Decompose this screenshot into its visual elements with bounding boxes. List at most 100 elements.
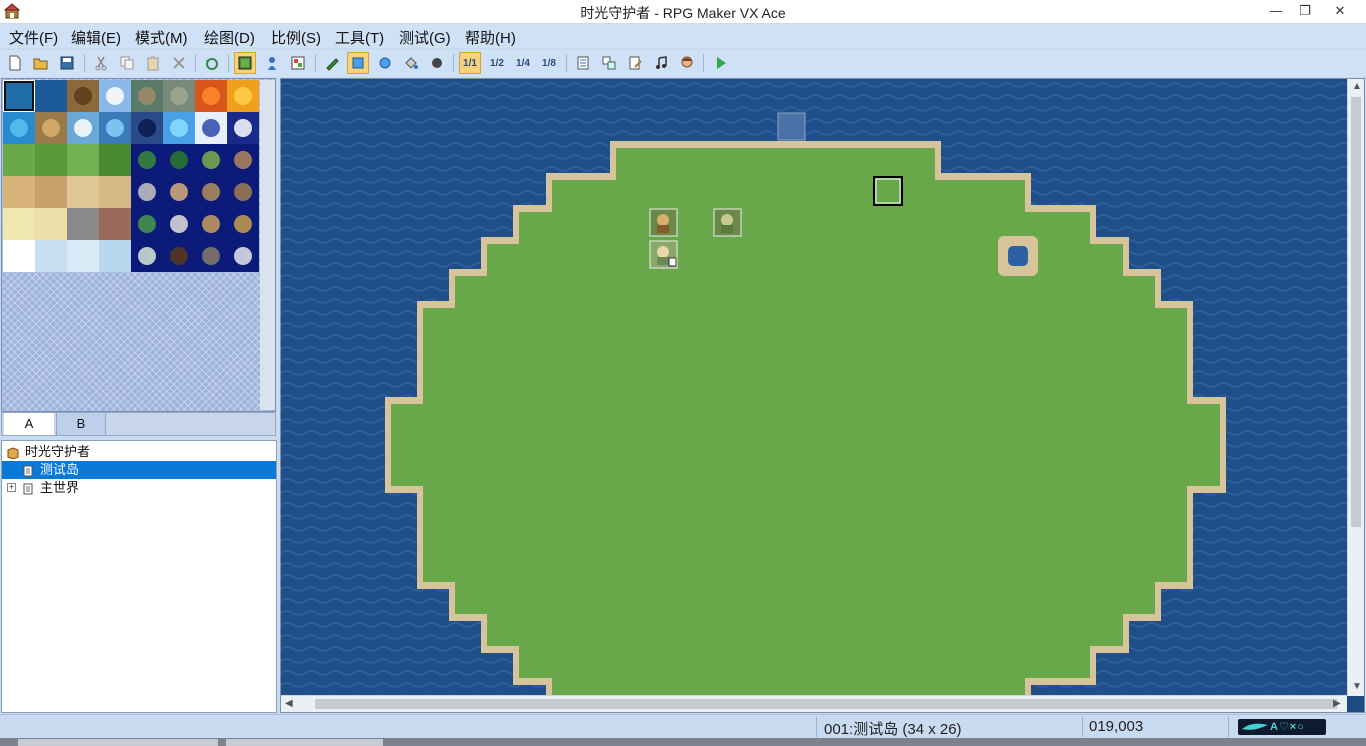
palette-scrollbar[interactable]: [260, 80, 275, 410]
sound-test-icon[interactable]: [650, 52, 672, 74]
tileset-tile[interactable]: [35, 176, 67, 208]
save-project-icon[interactable]: [56, 52, 78, 74]
tileset-tile[interactable]: [227, 240, 259, 272]
tileset-tile[interactable]: [195, 208, 227, 240]
tileset-tile[interactable]: [227, 80, 259, 112]
tileset-tile[interactable]: [131, 208, 163, 240]
event-mode-icon[interactable]: [261, 52, 283, 74]
tileset-tile[interactable]: [195, 144, 227, 176]
tab-b[interactable]: B: [56, 413, 106, 435]
paste-icon[interactable]: [142, 52, 164, 74]
menu-edit[interactable]: 编辑(E): [71, 27, 121, 48]
scale-1-4-icon[interactable]: 1/4: [512, 52, 534, 74]
tileset-tile[interactable]: [3, 208, 35, 240]
tileset-tile[interactable]: [131, 80, 163, 112]
tree-map-item[interactable]: 测试岛: [2, 461, 276, 479]
tileset-tile[interactable]: [35, 80, 67, 112]
scroll-left-icon[interactable]: ◀: [285, 698, 293, 709]
flood-fill-icon[interactable]: [400, 52, 422, 74]
copy-icon[interactable]: [116, 52, 138, 74]
map-mode-icon[interactable]: [234, 52, 256, 74]
map-horizontal-scrollbar[interactable]: ◀ ▶: [281, 695, 1347, 712]
map-editor-canvas[interactable]: ▲ ▼ ◀ ▶: [280, 78, 1365, 713]
map-canvas[interactable]: [281, 79, 1347, 696]
tileset-tile[interactable]: [67, 240, 99, 272]
tileset-tile[interactable]: [3, 80, 35, 112]
event-marker[interactable]: [649, 208, 678, 237]
tileset-tile[interactable]: [99, 240, 131, 272]
database-icon[interactable]: [572, 52, 594, 74]
delete-icon[interactable]: [168, 52, 190, 74]
close-icon[interactable]: ✕: [1324, 0, 1356, 24]
tileset-tile[interactable]: [3, 240, 35, 272]
tile-palette[interactable]: [1, 78, 276, 412]
menu-file[interactable]: 文件(F): [9, 27, 58, 48]
horizontal-scroll-thumb[interactable]: [315, 699, 1337, 709]
menu-tools[interactable]: 工具(T): [335, 27, 384, 48]
tileset-tile[interactable]: [227, 144, 259, 176]
playtest-icon[interactable]: [710, 52, 732, 74]
tileset-tile[interactable]: [3, 176, 35, 208]
menu-mode[interactable]: 模式(M): [135, 27, 188, 48]
rectangle-icon[interactable]: [347, 52, 369, 74]
tileset-tile[interactable]: [227, 112, 259, 144]
tileset-tile[interactable]: [67, 112, 99, 144]
restore-icon[interactable]: ❐: [1289, 0, 1321, 24]
tileset-tile[interactable]: [99, 176, 131, 208]
tileset-tile[interactable]: [131, 112, 163, 144]
tileset-grid[interactable]: [3, 80, 259, 272]
pencil-icon[interactable]: [321, 52, 343, 74]
tileset-tile[interactable]: [163, 240, 195, 272]
new-project-icon[interactable]: [4, 52, 26, 74]
tileset-tile[interactable]: [195, 176, 227, 208]
tab-a[interactable]: A: [4, 413, 54, 435]
tileset-tile[interactable]: [195, 112, 227, 144]
tileset-tile[interactable]: [35, 144, 67, 176]
tileset-tile[interactable]: [67, 176, 99, 208]
shadow-pen-icon[interactable]: [426, 52, 448, 74]
tileset-tile[interactable]: [99, 144, 131, 176]
tileset-tile[interactable]: [131, 144, 163, 176]
tileset-tile[interactable]: [163, 176, 195, 208]
tileset-tile[interactable]: [227, 176, 259, 208]
small-pond[interactable]: [1008, 246, 1028, 266]
event-marker[interactable]: [649, 240, 678, 269]
vertical-scroll-thumb[interactable]: [1351, 97, 1361, 527]
tileset-tile[interactable]: [163, 112, 195, 144]
menu-draw[interactable]: 绘图(D): [204, 27, 255, 48]
tileset-tile[interactable]: [35, 208, 67, 240]
tileset-tile[interactable]: [227, 208, 259, 240]
tileset-tile[interactable]: [3, 112, 35, 144]
tileset-tile[interactable]: [35, 240, 67, 272]
tree-project-row[interactable]: 时光守护者: [2, 443, 276, 461]
tileset-tile[interactable]: [99, 112, 131, 144]
expand-plus-icon[interactable]: +: [7, 483, 16, 492]
scroll-right-icon[interactable]: ▶: [1333, 698, 1341, 709]
tileset-tile[interactable]: [3, 144, 35, 176]
resource-manager-icon[interactable]: [598, 52, 620, 74]
script-editor-icon[interactable]: [624, 52, 646, 74]
cut-icon[interactable]: [90, 52, 112, 74]
tree-map-item[interactable]: + 主世界: [2, 479, 276, 497]
event-marker[interactable]: [713, 208, 742, 237]
scale-1-1-icon[interactable]: 1/1: [459, 52, 481, 74]
menu-test[interactable]: 测试(G): [399, 27, 451, 48]
tileset-tile[interactable]: [67, 80, 99, 112]
ellipse-icon[interactable]: [374, 52, 396, 74]
scale-1-2-icon[interactable]: 1/2: [486, 52, 508, 74]
scroll-up-icon[interactable]: ▲: [1352, 81, 1362, 92]
character-generator-icon[interactable]: [676, 52, 698, 74]
tileset-tile[interactable]: [195, 240, 227, 272]
open-project-icon[interactable]: [30, 52, 52, 74]
tileset-tile[interactable]: [163, 80, 195, 112]
tileset-tile[interactable]: [195, 80, 227, 112]
menu-scale[interactable]: 比例(S): [271, 27, 321, 48]
tileset-tile[interactable]: [67, 144, 99, 176]
scroll-down-icon[interactable]: ▼: [1352, 681, 1362, 692]
tileset-tile[interactable]: [163, 144, 195, 176]
undo-icon[interactable]: [201, 52, 223, 74]
tileset-tile[interactable]: [67, 208, 99, 240]
tileset-tile[interactable]: [35, 112, 67, 144]
tileset-tile[interactable]: [131, 240, 163, 272]
player-start-tile[interactable]: [777, 112, 806, 141]
